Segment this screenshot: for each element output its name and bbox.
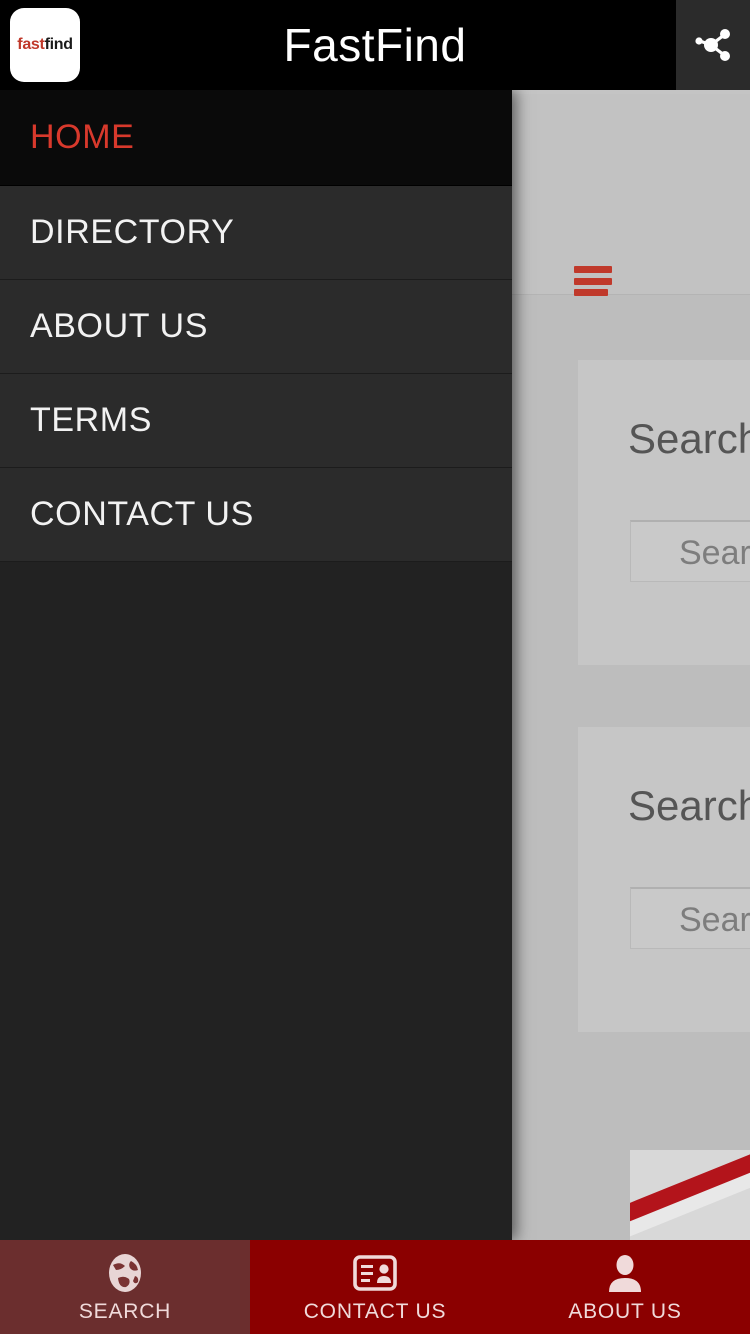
search-card-title: Search	[628, 415, 750, 462]
search-card-1: Search Search...	[578, 360, 750, 665]
bottom-nav-about-us[interactable]: ABOUT US	[500, 1240, 750, 1334]
drawer-item-directory[interactable]: DIRECTORY	[0, 186, 512, 280]
drawer-item-label: ABOUT US	[30, 307, 208, 345]
bottom-nav-label: SEARCH	[78, 1300, 172, 1323]
drawer-item-about-us[interactable]: ABOUT US	[0, 280, 512, 374]
search-input-1[interactable]: Search...	[630, 520, 750, 582]
app-header: FastFind fastfind	[0, 0, 750, 90]
drawer-item-label: TERMS	[30, 401, 152, 439]
search-input-placeholder: Search...	[679, 534, 750, 572]
hamburger-bar-3	[574, 289, 608, 296]
contact-card-icon	[352, 1250, 398, 1296]
bottom-nav-label: ABOUT US	[568, 1300, 682, 1323]
bottom-nav-label: CONTACT US	[303, 1300, 447, 1323]
bottom-nav-contact-us[interactable]: CONTACT US	[250, 1240, 500, 1334]
search-input-placeholder: Search...	[679, 901, 750, 939]
drawer-item-home[interactable]: HOME	[0, 90, 512, 186]
drawer-item-label: HOME	[30, 118, 135, 156]
hamburger-bar-2	[574, 277, 612, 285]
app-logo-icon[interactable]: fastfind	[10, 8, 80, 82]
person-icon	[604, 1250, 646, 1296]
search-card-title: Search	[628, 782, 750, 829]
logo-text-second: find	[44, 36, 73, 53]
search-card-2: Search Search...	[578, 727, 750, 1032]
share-button[interactable]	[676, 0, 750, 90]
bottom-nav-search[interactable]: SEARCH	[0, 1240, 250, 1334]
drawer-item-contact-us[interactable]: CONTACT US	[0, 468, 512, 562]
drawer-item-terms[interactable]: TERMS	[0, 374, 512, 468]
drawer-item-label: CONTACT US	[30, 495, 254, 533]
app-root: Search Search... Search Search... HOME D…	[0, 0, 750, 1334]
page-title: FastFind	[283, 19, 467, 71]
share-nodes-icon	[695, 29, 730, 61]
search-input-2[interactable]: Search...	[630, 887, 750, 949]
globe-icon	[104, 1250, 146, 1296]
bottom-navigation-bar: SEARCH CONTACT US ABOUT US	[0, 1240, 750, 1334]
navigation-drawer: HOME DIRECTORY ABOUT US TERMS CONTACT US	[0, 90, 512, 1240]
logo-text-first: fast	[17, 36, 45, 53]
hamburger-bar-1	[574, 266, 612, 273]
hamburger-menu-icon[interactable]	[574, 266, 612, 296]
logo-text: fastfind	[17, 36, 73, 54]
promo-banner-image	[630, 1150, 750, 1240]
drawer-item-label: DIRECTORY	[30, 213, 235, 251]
